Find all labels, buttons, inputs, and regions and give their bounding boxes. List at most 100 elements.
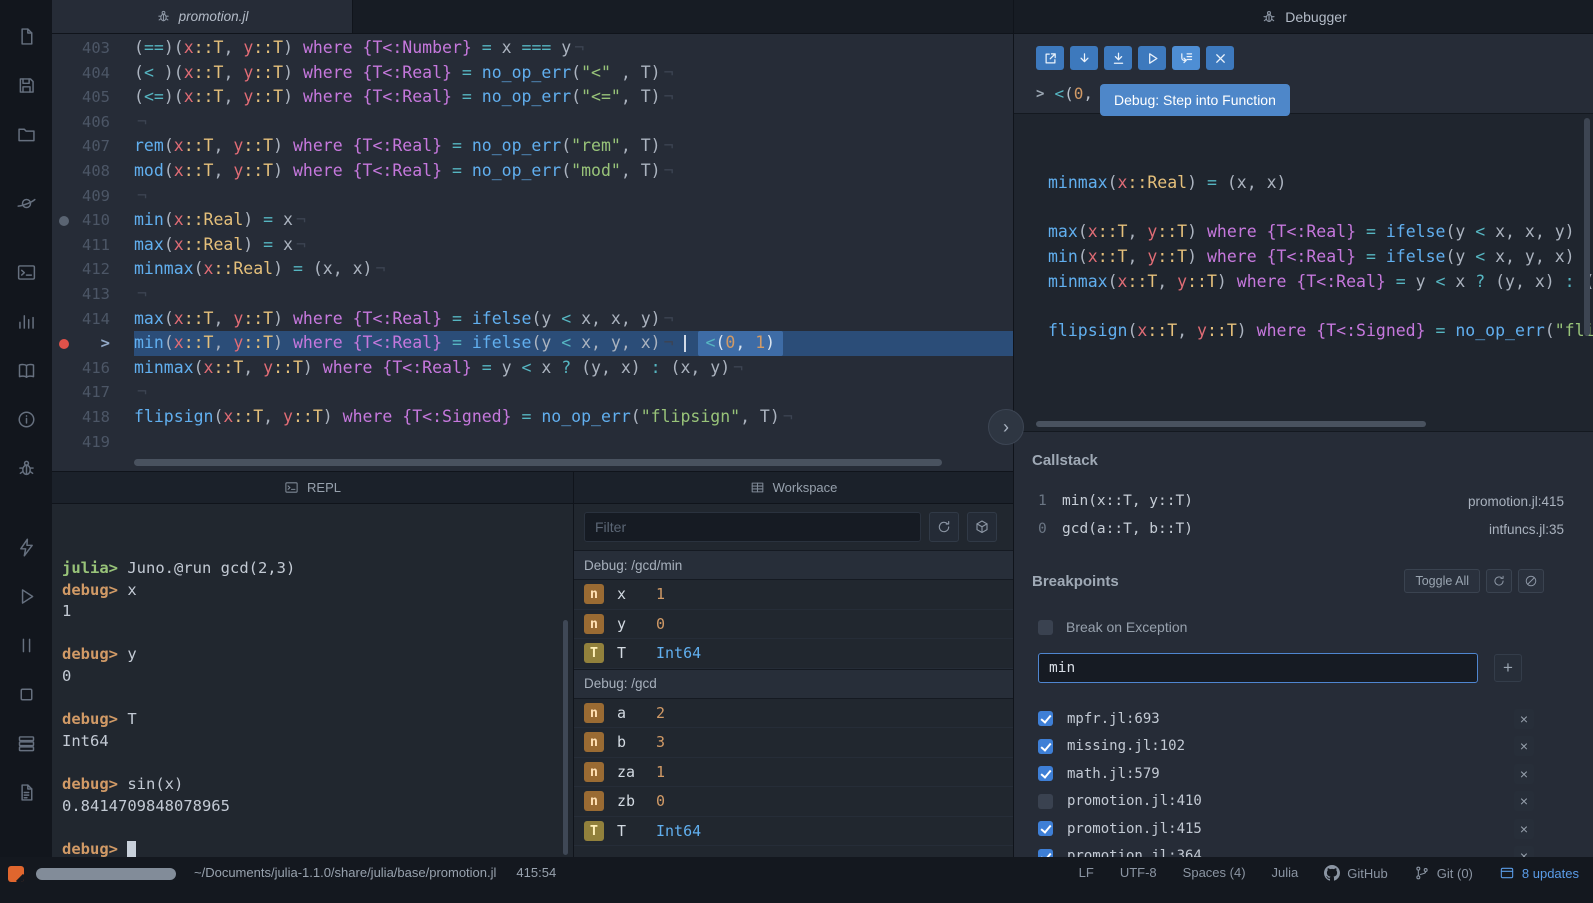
breakpoint-checkbox[interactable]	[1038, 794, 1053, 809]
pause-icon[interactable]	[0, 621, 52, 670]
disable-breakpoints-button[interactable]	[1518, 569, 1544, 593]
repl-scrollbar[interactable]	[563, 620, 568, 855]
play-button[interactable]	[1138, 46, 1166, 70]
play-icon[interactable]	[0, 572, 52, 621]
editor-line-409[interactable]: 409¬	[52, 184, 1013, 209]
gutter-417[interactable]: 417	[52, 380, 134, 405]
gutter-408[interactable]: 408	[52, 159, 134, 184]
gutter-403[interactable]: 403	[52, 36, 134, 61]
repl-console[interactable]: julia> Juno.@run gcd(2,3)debug> x1 debug…	[52, 504, 573, 858]
editor-line-412[interactable]: 412minmax(x::Real) = (x, x)¬	[52, 257, 1013, 282]
external-link-button[interactable]	[1036, 46, 1064, 70]
status-item-git-0-[interactable]: Git (0)	[1414, 865, 1473, 881]
editor-line-406[interactable]: 406¬	[52, 110, 1013, 135]
gutter-419[interactable]: 419	[52, 430, 134, 455]
gutter-411[interactable]: 411	[52, 233, 134, 258]
break-on-exception-checkbox[interactable]	[1038, 620, 1053, 635]
file-icon[interactable]	[0, 12, 52, 61]
workspace-row[interactable]: nb3	[574, 728, 1013, 758]
gutter-409[interactable]: 409	[52, 184, 134, 209]
arrow-down-button[interactable]	[1070, 46, 1098, 70]
editor-line-408[interactable]: 408mod(x::T, y::T) where {T<:Real} = no_…	[52, 159, 1013, 184]
bar-chart-icon[interactable]	[0, 297, 52, 346]
status-item-spaces-4-[interactable]: Spaces (4)	[1183, 865, 1246, 880]
refresh-button[interactable]	[929, 512, 959, 542]
gutter-414[interactable]: 414	[52, 307, 134, 332]
editor-line-419[interactable]: 419	[52, 430, 1013, 455]
breakpoint-dot-active[interactable]	[59, 339, 69, 349]
editor-line-404[interactable]: 404(< )(x::T, y::T) where {T<:Real} = no…	[52, 61, 1013, 86]
editor-line-413[interactable]: 413¬	[52, 282, 1013, 307]
status-item-lf[interactable]: LF	[1079, 865, 1094, 880]
workspace-row[interactable]: nzb0	[574, 787, 1013, 817]
info-icon[interactable]	[0, 395, 52, 444]
bug-icon[interactable]	[0, 444, 52, 493]
folder-icon[interactable]	[0, 110, 52, 159]
gutter-415[interactable]: >	[52, 331, 134, 356]
lightning-icon[interactable]	[0, 523, 52, 572]
stop-icon[interactable]	[0, 670, 52, 719]
stack-icon[interactable]	[0, 719, 52, 768]
workspace-row[interactable]: TTInt64	[574, 639, 1013, 669]
breakpoint-row[interactable]: math.jl:579×	[1014, 760, 1593, 788]
inline-debug-chip[interactable]: <(0, 1)	[698, 331, 784, 356]
workspace-row[interactable]: ny0	[574, 610, 1013, 640]
gutter-404[interactable]: 404	[52, 61, 134, 86]
toggle-all-button[interactable]: Toggle All	[1404, 569, 1480, 593]
editor-line-415[interactable]: >min(x::T, y::T) where {T<:Real} = ifels…	[52, 331, 1013, 356]
tab-promotion-jl[interactable]: promotion.jl	[52, 0, 353, 33]
editor-line-410[interactable]: 410min(x::Real) = x¬	[52, 208, 1013, 233]
workspace-filter-input[interactable]	[584, 512, 921, 542]
gutter-407[interactable]: 407	[52, 134, 134, 159]
panel-toggle-button[interactable]: ›	[988, 409, 1024, 445]
file-text-icon[interactable]	[0, 768, 52, 817]
remove-breakpoint-button[interactable]: ×	[1514, 709, 1534, 729]
breakpoint-input[interactable]	[1038, 653, 1478, 683]
workspace-header[interactable]: Workspace	[574, 472, 1013, 504]
callstack-frame[interactable]: 1min(x::T, y::T)promotion.jl:415	[1014, 487, 1593, 515]
step-into-button[interactable]	[1172, 46, 1200, 70]
close-button[interactable]	[1206, 46, 1234, 70]
refresh-breakpoints-button[interactable]	[1486, 569, 1512, 593]
breakpoint-row[interactable]: promotion.jl:364×	[1014, 843, 1593, 857]
remove-breakpoint-button[interactable]: ×	[1514, 846, 1534, 857]
remove-breakpoint-button[interactable]: ×	[1514, 764, 1534, 784]
editor-line-411[interactable]: 411max(x::Real) = x¬	[52, 233, 1013, 258]
remove-breakpoint-button[interactable]: ×	[1514, 736, 1534, 756]
planet-icon[interactable]	[0, 179, 52, 228]
package-cube-button[interactable]	[967, 512, 997, 542]
status-item-github[interactable]: GitHub	[1324, 865, 1387, 881]
breakpoint-checkbox[interactable]	[1038, 711, 1053, 726]
editor-line-418[interactable]: 418flipsign(x::T, y::T) where {T<:Signed…	[52, 405, 1013, 430]
editor-line-407[interactable]: 407rem(x::T, y::T) where {T<:Real} = no_…	[52, 134, 1013, 159]
arrow-down-to-line-button[interactable]	[1104, 46, 1132, 70]
editor-line-416[interactable]: 416minmax(x::T, y::T) where {T<:Real} = …	[52, 356, 1013, 381]
gutter-416[interactable]: 416	[52, 356, 134, 381]
breakpoint-checkbox[interactable]	[1038, 821, 1053, 836]
status-item-julia[interactable]: Julia	[1272, 865, 1299, 880]
debugger-scrollbar[interactable]	[1584, 118, 1590, 336]
add-breakpoint-button[interactable]: +	[1494, 654, 1522, 682]
remove-breakpoint-button[interactable]: ×	[1514, 819, 1534, 839]
gutter-418[interactable]: 418	[52, 405, 134, 430]
breakpoint-checkbox[interactable]	[1038, 739, 1053, 754]
break-on-exception-row[interactable]: Break on Exception	[1038, 619, 1593, 635]
breakpoint-row[interactable]: mpfr.jl:693×	[1014, 705, 1593, 733]
status-item-utf-8[interactable]: UTF-8	[1120, 865, 1157, 880]
status-item-8-updates[interactable]: 8 updates	[1499, 865, 1579, 881]
code-editor[interactable]: 403(==)(x::T, y::T) where {T<:Number} = …	[52, 34, 1013, 472]
workspace-row[interactable]: nx1	[574, 580, 1013, 610]
repl-header[interactable]: REPL	[52, 472, 573, 504]
cursor-position[interactable]: 415:54	[516, 865, 556, 880]
callstack-frame[interactable]: 0gcd(a::T, b::T)intfuncs.jl:35	[1014, 515, 1593, 543]
terminal-icon[interactable]	[0, 248, 52, 297]
gutter-405[interactable]: 405	[52, 85, 134, 110]
workspace-row[interactable]: nza1	[574, 758, 1013, 788]
gutter-413[interactable]: 413	[52, 282, 134, 307]
editor-horizontal-scrollbar[interactable]	[134, 459, 942, 466]
gutter-410[interactable]: 410	[52, 208, 134, 233]
julia-status-icon[interactable]	[8, 866, 24, 882]
breakpoint-row[interactable]: promotion.jl:415×	[1014, 815, 1593, 843]
book-icon[interactable]	[0, 346, 52, 395]
gutter-412[interactable]: 412	[52, 257, 134, 282]
